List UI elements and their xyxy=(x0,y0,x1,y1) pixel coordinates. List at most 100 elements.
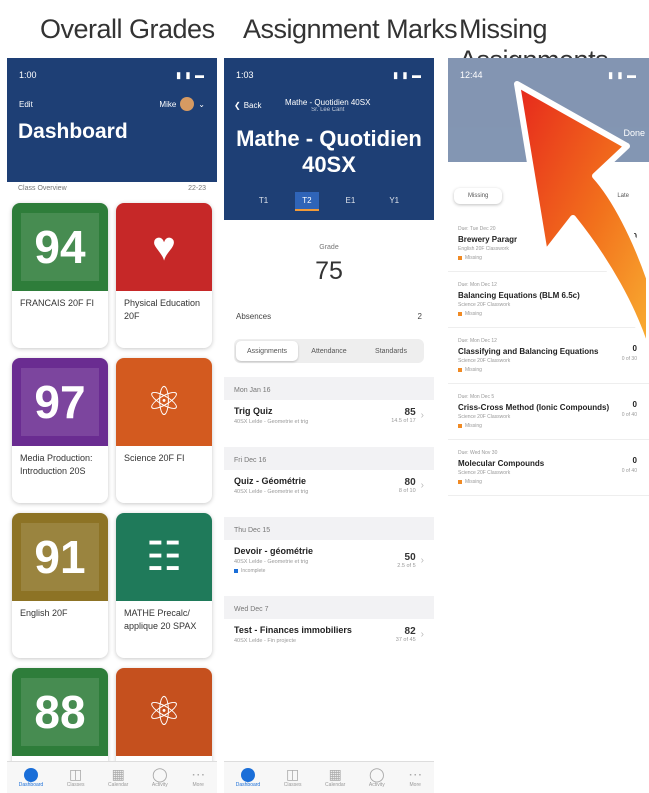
class-card[interactable]: ☷ MATHE Precalc/ applique 20 SPAX xyxy=(116,513,212,658)
class-card[interactable]: ⚛ Science 20F FI xyxy=(116,358,212,503)
term-selector: T1 T2 E1 Y1 xyxy=(224,192,434,211)
tab-classes[interactable]: ◫ Classes xyxy=(284,767,302,789)
back-button[interactable]: ❮ Back xyxy=(234,101,262,110)
missing-assignment-row[interactable]: Due: Mon Dec 12 Balancing Equations (BLM … xyxy=(448,272,649,328)
class-name: Media Production: Introduction 20S xyxy=(20,453,93,476)
assignment-row[interactable]: Quiz - Géométrie 40SX Lelde - Geometrie e… xyxy=(224,470,434,503)
assignment-row[interactable]: Trig Quiz 40SX Lelde - Geometrie et trig 8… xyxy=(224,400,434,433)
assignment-points: 14.5 of 17 xyxy=(391,418,416,424)
class-card-banner: ☷ xyxy=(116,513,212,601)
date-group-header: Fri Dec 16 xyxy=(224,447,434,470)
assignment-name: Brewery Paragr xyxy=(458,235,518,244)
assignment-points: 0 of 30 xyxy=(621,356,637,362)
status-bar: 1:00 ▮ ▮ ▬ xyxy=(7,58,217,90)
course-nav-title: Mathe - Quotidien 40SX Sr. Lee Cant xyxy=(262,98,395,113)
class-card-banner: ⚛ xyxy=(116,668,212,756)
tab-classes[interactable]: ◫ Classes xyxy=(67,767,85,789)
tab-activity[interactable]: ◯ Activity xyxy=(369,767,385,789)
status-icons: ▮ ▮ ▬ xyxy=(608,70,637,80)
term-y1[interactable]: Y1 xyxy=(382,192,406,211)
assignment-points: 0 of 40 xyxy=(621,468,637,474)
edit-button[interactable]: Edit xyxy=(19,100,33,109)
assignment-score: 82 xyxy=(404,626,416,637)
class-card-banner: 88 xyxy=(12,668,108,756)
assignment-points: 0 of 40 xyxy=(621,412,637,418)
tab-activity[interactable]: ◯ Activity xyxy=(152,767,168,789)
assignment-points: 37 of 45 xyxy=(395,637,416,643)
calendar-icon: ▦ xyxy=(111,766,125,782)
class-grade: 91 xyxy=(21,523,99,591)
missing-badge: Missing xyxy=(458,423,645,429)
missing-assignment-row[interactable]: Due: Tue Dec 20 Brewery Paragr English 20F… xyxy=(448,216,649,272)
assignment-category: Science 20F Classwork xyxy=(458,414,511,420)
class-icon: ⚛ xyxy=(146,380,182,424)
missing-badge: Missing xyxy=(458,255,645,261)
assignment-row[interactable]: Devoir - géométrie 40SX Lelde - Geometrie… xyxy=(224,540,434,582)
status-icons: ▮ ▮ ▬ xyxy=(176,70,205,80)
class-card-banner: ♥ xyxy=(116,203,212,291)
class-card[interactable]: ♥ Physical Education 20F xyxy=(116,203,212,348)
tab-late[interactable]: Late xyxy=(603,188,643,204)
done-button[interactable]: Done xyxy=(623,128,645,138)
due-date: Due: Mon Dec 12 xyxy=(458,338,497,344)
tab-more[interactable]: ⋯ More xyxy=(191,767,205,789)
assignment-category: 40SX Lelde - Geometrie et trig xyxy=(234,419,309,425)
heading-overall-grades: Overall Grades xyxy=(40,14,215,44)
class-name: FRANCAIS 20F FI xyxy=(20,298,95,308)
missing-badge: Missing xyxy=(458,367,645,373)
teacher-name: Sr. Lee Cant xyxy=(311,106,345,113)
class-card[interactable]: 97 Media Production: Introduction 20S xyxy=(12,358,108,503)
assignment-score: 0 xyxy=(632,400,637,409)
missing-assignment-row[interactable]: Due: Mon Dec 5 Criss-Cross Method (Ionic … xyxy=(448,384,649,440)
assignment-row[interactable]: Test - Finances immobiliers 40SX Lelde - … xyxy=(224,619,434,652)
due-date: Due: Mon Dec 12 xyxy=(458,282,497,288)
status-icons: ▮ ▮ ▬ xyxy=(393,70,422,80)
more-icon: ⋯ xyxy=(408,766,423,782)
phone-assignment-marks: 1:03 ▮ ▮ ▬ ❮ Back Mathe - Quotidien 40SX… xyxy=(224,58,434,793)
chevron-right-icon: › xyxy=(420,480,424,491)
class-grade: 97 xyxy=(21,368,99,436)
due-date: Due: Mon Dec 5 xyxy=(458,394,495,400)
class-card[interactable]: 91 English 20F xyxy=(12,513,108,658)
assignment-points: 2.5 of 5 xyxy=(397,562,416,569)
assignment-name: Quiz - Géométrie xyxy=(234,476,307,486)
term-e1[interactable]: E1 xyxy=(339,192,363,211)
segment-attendance[interactable]: Attendance xyxy=(298,341,360,361)
missing-header: 12:44 ▮ ▮ ▬ xyxy=(448,58,649,162)
class-card[interactable]: 94 FRANCAIS 20F FI xyxy=(12,203,108,348)
segment-assignments[interactable]: Assignments xyxy=(236,341,298,361)
term-t1[interactable]: T1 xyxy=(252,192,275,211)
missing-assignment-row[interactable]: Due: Mon Dec 12 Classifying and Balancing… xyxy=(448,328,649,384)
assignment-category: Science 20F Classwork xyxy=(458,302,511,308)
assignment-category: 40SX Lelde - Geometrie et trig xyxy=(234,559,309,565)
tab-bar: Dashboard ◫ Classes ▦ Calendar ◯ Activity ⋯… xyxy=(224,761,434,793)
status-time: 1:00 xyxy=(19,70,37,80)
tab-more[interactable]: ⋯ More xyxy=(408,766,423,789)
status-bar: 1:03 ▮ ▮ ▬ xyxy=(224,58,434,90)
term-t2[interactable]: T2 xyxy=(295,192,319,211)
tab-dashboard[interactable]: Dashboard xyxy=(236,767,260,788)
tab-calendar[interactable]: ▦ Calendar xyxy=(108,766,128,789)
missing-assignment-row[interactable]: Due: Wed Nov 30 Molecular Compounds Scienc… xyxy=(448,440,649,496)
class-card-banner: 97 xyxy=(12,358,108,446)
status-time: 12:44 xyxy=(460,70,483,80)
tab-dashboard[interactable]: Dashboard xyxy=(19,767,43,788)
user-switcher[interactable]: Mike ⌄ xyxy=(159,97,205,111)
segment-standards[interactable]: Standards xyxy=(360,341,422,361)
due-date: Due: Wed Nov 30 xyxy=(458,450,498,456)
dashboard-header: 1:00 ▮ ▮ ▬ Edit Mike ⌄ Dashboard xyxy=(7,58,217,182)
status-time: 1:03 xyxy=(236,70,254,80)
assignment-score: 80 xyxy=(404,477,416,488)
missing-badge: Missing xyxy=(458,479,645,485)
absences-row[interactable]: Absences 2 xyxy=(224,286,434,321)
assignment-score: 0 xyxy=(632,344,637,353)
due-date: Due: Tue Dec 20 xyxy=(458,226,496,232)
grade-value: 75 xyxy=(315,257,343,285)
segment-control: Assignments Attendance Standards xyxy=(234,339,424,363)
tab-calendar[interactable]: ▦ Calendar xyxy=(325,767,345,789)
chevron-right-icon: › xyxy=(420,629,424,640)
assignment-name: Criss-Cross Method (Ionic Compounds) xyxy=(458,403,610,412)
tab-missing[interactable]: Missing xyxy=(454,188,503,204)
course-header: 1:03 ▮ ▮ ▬ ❮ Back Mathe - Quotidien 40SX… xyxy=(224,58,434,220)
page-title: Dashboard xyxy=(18,120,128,143)
